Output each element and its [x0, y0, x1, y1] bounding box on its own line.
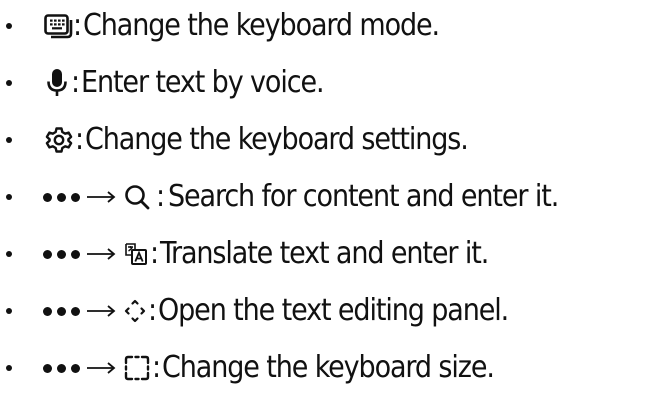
text-edit-panel-icon [122, 298, 148, 324]
more-options-icon [43, 363, 80, 373]
more-options-icon [43, 306, 80, 316]
microphone-icon [43, 67, 71, 99]
item-text: Search for content and enter it. [168, 179, 559, 214]
right-arrow-icon [86, 247, 116, 261]
item-text: Enter text by voice. [81, 65, 325, 100]
bullet [6, 80, 12, 86]
item-text: Open the text editing panel. [158, 293, 509, 328]
gear-icon [43, 126, 75, 154]
bullet [6, 137, 12, 143]
bullet [6, 251, 12, 257]
search-icon [122, 184, 152, 210]
separator: : [150, 236, 159, 271]
translate-icon [122, 241, 150, 267]
separator: : [75, 122, 84, 157]
keyboard-mode-icon [43, 11, 73, 41]
separator: : [152, 350, 161, 385]
bullet [6, 365, 12, 371]
bullet [6, 23, 12, 29]
item-text: Change the keyboard settings. [85, 122, 469, 157]
item-text: Change the keyboard size. [162, 350, 495, 385]
separator: : [71, 65, 80, 100]
bullet [6, 194, 12, 200]
separator: : [148, 293, 157, 328]
item-text: Translate text and enter it. [160, 236, 489, 271]
separator: : [73, 8, 82, 43]
keyboard-size-icon [122, 354, 152, 382]
separator: : [156, 179, 165, 214]
right-arrow-icon [86, 190, 116, 204]
bullet [6, 308, 12, 314]
right-arrow-icon [86, 361, 116, 375]
more-options-icon [43, 249, 80, 259]
right-arrow-icon [86, 304, 116, 318]
item-text: Change the keyboard mode. [83, 8, 440, 43]
more-options-icon [43, 192, 80, 202]
